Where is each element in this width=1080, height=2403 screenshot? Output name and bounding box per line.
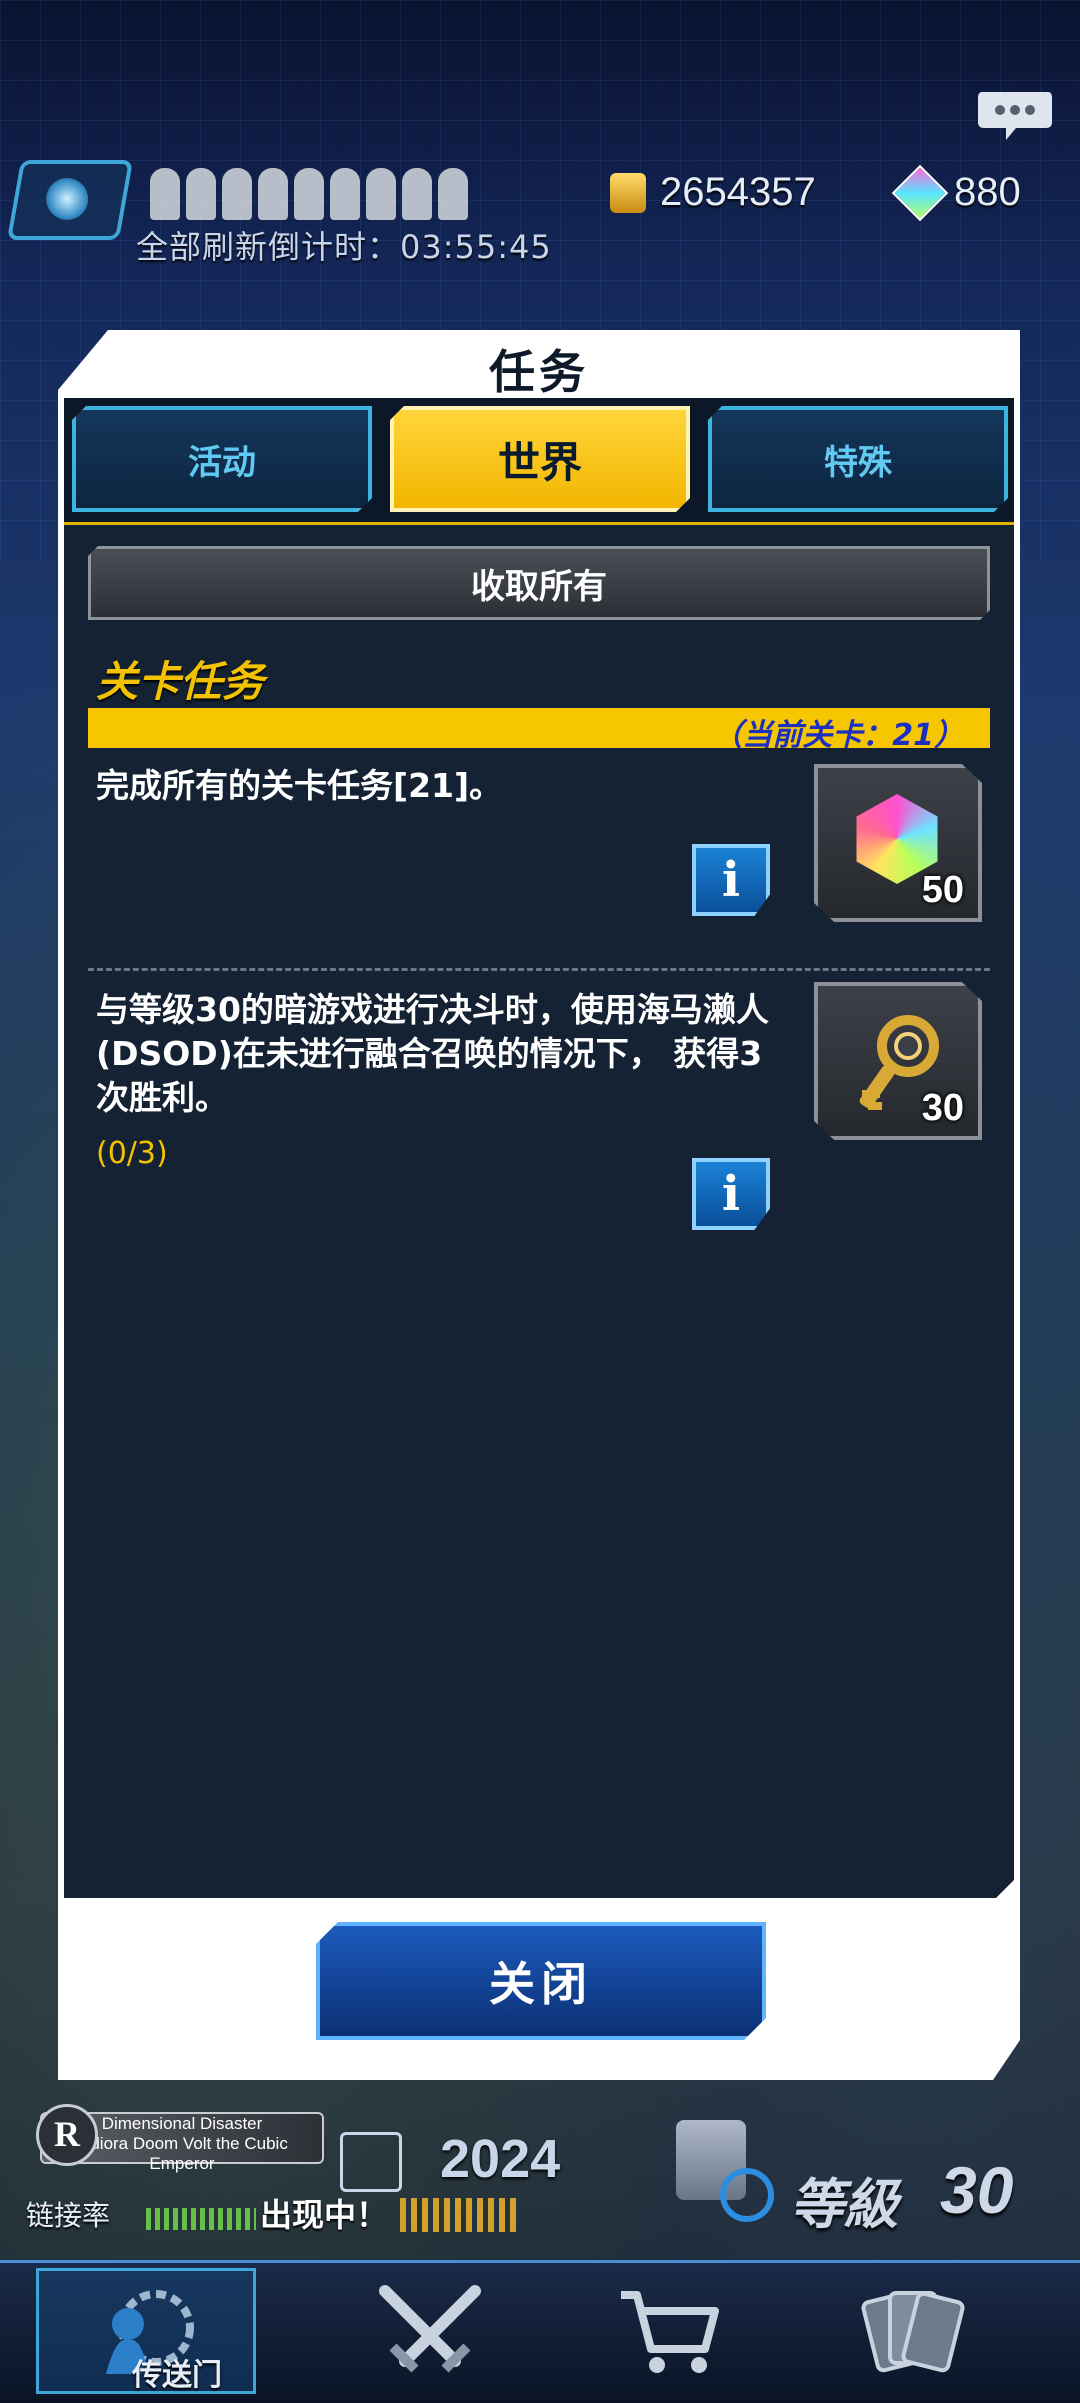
- nav-duel-button[interactable]: [320, 2268, 540, 2394]
- mission-dialog: 任务 活动 世界 特殊 收取所有 关卡任务 （当前关卡：21） 完成所有的关卡任…: [58, 330, 1020, 2080]
- gold-coin-icon: [610, 172, 646, 213]
- reward-quantity: 50: [921, 869, 964, 911]
- level-label: 等級: [790, 2173, 898, 2236]
- mission-item: 与等级30的暗游戏进行决斗时，使用海马濑人(DSOD)在未进行融合召唤的情况下，…: [88, 982, 990, 1282]
- stamina-slot: [150, 168, 180, 220]
- level-value: 30: [940, 2153, 1014, 2227]
- mission-item: 完成所有的关卡任务[21]。 i 50: [88, 758, 990, 962]
- info-button[interactable]: i: [692, 1158, 770, 1230]
- shopping-cart-icon: [621, 2291, 719, 2373]
- mission-progress: (0/3): [96, 1136, 168, 1171]
- stamina-slot: [294, 168, 324, 220]
- appearing-bar: [400, 2198, 520, 2232]
- stamina-slot: [186, 168, 216, 220]
- mission-description: 与等级30的暗游戏进行决斗时，使用海马濑人(DSOD)在未进行融合召唤的情况下，…: [96, 990, 769, 1117]
- cards-icon: [861, 2291, 965, 2373]
- stamina-slot: [330, 168, 360, 220]
- nav-deck-button[interactable]: [800, 2268, 1020, 2394]
- mission-divider: [88, 968, 990, 971]
- card-icon: [340, 2132, 402, 2192]
- nav-gate-label: 传送门: [132, 2358, 222, 2393]
- stamina-slot: [222, 168, 252, 220]
- stamina-slot: [402, 168, 432, 220]
- tab-special[interactable]: 特殊: [708, 406, 1008, 512]
- stamina-slot: [438, 168, 468, 220]
- crossed-swords-icon: [379, 2285, 481, 2373]
- refresh-timer: 全部刷新倒计时：03:55:45: [136, 228, 552, 266]
- dialog-body: 活动 世界 特殊 收取所有 关卡任务 （当前关卡：21） 完成所有的关卡任务[2…: [64, 398, 1014, 1898]
- tab-bar: 活动 世界 特殊: [64, 398, 1014, 525]
- reward-item[interactable]: 30: [814, 982, 982, 1140]
- collect-all-button[interactable]: 收取所有: [88, 546, 990, 620]
- stamina-indicator: [150, 168, 468, 220]
- tab-world[interactable]: 世界: [390, 406, 690, 512]
- info-button[interactable]: i: [692, 844, 770, 916]
- gold-counter: 2654357: [610, 170, 816, 215]
- deck-count: 2024: [440, 2129, 561, 2189]
- gem-icon: [891, 164, 949, 221]
- section-header-bar: （当前关卡：21）: [88, 708, 990, 753]
- refresh-icon: [720, 2168, 774, 2222]
- reward-item[interactable]: 50: [814, 764, 982, 922]
- stamina-slot: [258, 168, 288, 220]
- gem-counter[interactable]: 880: [891, 164, 1021, 221]
- dialog-title: 任务: [489, 345, 589, 399]
- dialog-title-bar: 任务: [58, 330, 1020, 400]
- section-title: 关卡任务: [96, 657, 265, 706]
- appearing-label: 出现中！: [260, 2196, 389, 2234]
- chat-icon[interactable]: [976, 88, 1054, 142]
- close-button[interactable]: 关闭: [316, 1922, 766, 2040]
- tab-activity[interactable]: 活动: [72, 406, 372, 512]
- link-rate-bar: [146, 2208, 256, 2230]
- current-stage-label: （当前关卡：21）: [712, 718, 964, 753]
- gem-amount: 880: [954, 170, 1021, 214]
- player-profile-icon[interactable]: [6, 160, 134, 240]
- gold-amount: 2654357: [660, 170, 816, 214]
- reward-quantity: 30: [921, 1087, 964, 1129]
- stamina-slot: [366, 168, 396, 220]
- link-rate-label: 链接率: [26, 2199, 111, 2232]
- nav-shop-button[interactable]: [560, 2268, 780, 2394]
- mission-description: 完成所有的关卡任务[21]。: [96, 766, 503, 805]
- deck-rank-badge: R: [36, 2104, 98, 2166]
